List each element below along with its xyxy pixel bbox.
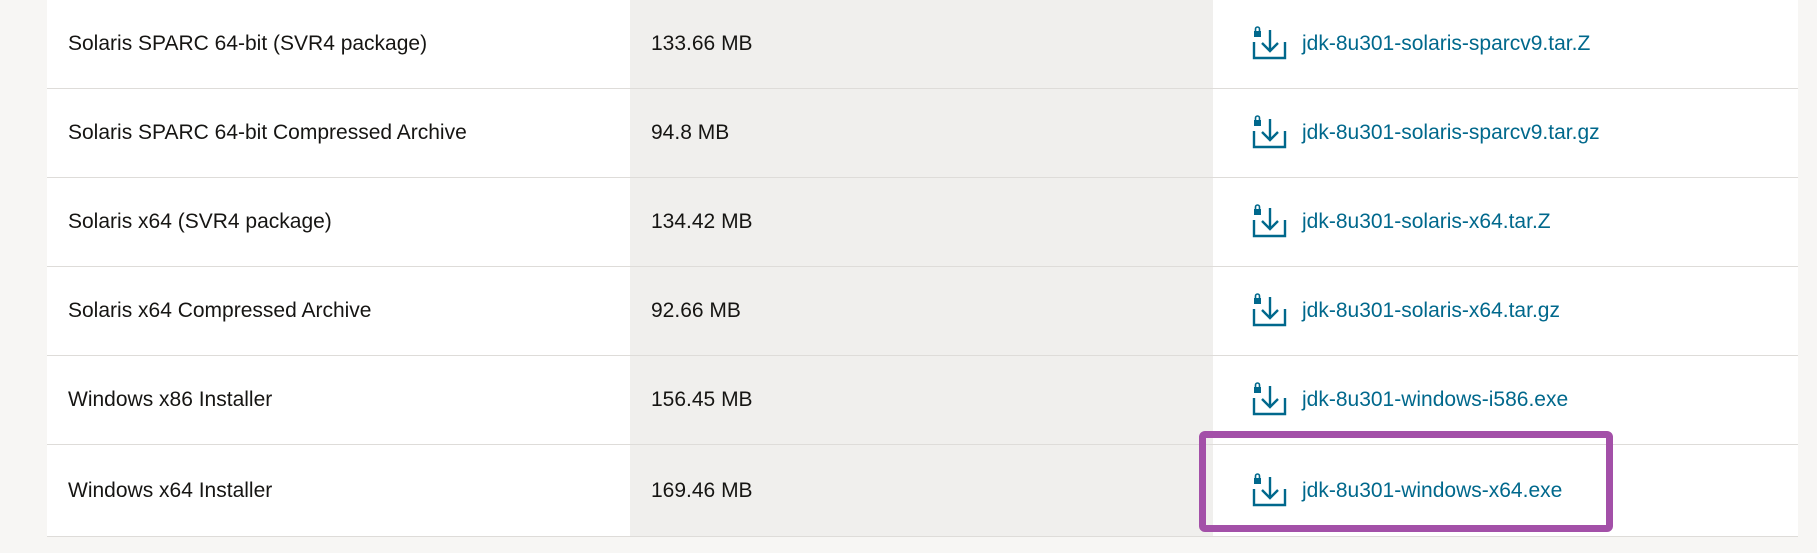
table-row: Solaris x64 (SVR4 package) 134.42 MB jdk… (47, 178, 1798, 267)
download-file-name: jdk-8u301-solaris-x64.tar.Z (1302, 210, 1551, 233)
table-row: Solaris x64 Compressed Archive 92.66 MB … (47, 267, 1798, 356)
download-file-name: jdk-8u301-windows-i586.exe (1302, 388, 1569, 411)
product-cell: Solaris x64 Compressed Archive (47, 267, 630, 355)
download-file-name: jdk-8u301-windows-x64.exe (1302, 478, 1563, 502)
download-file-name: jdk-8u301-solaris-sparcv9.tar.Z (1302, 32, 1591, 55)
download-file-name: jdk-8u301-solaris-x64.tar.gz (1302, 299, 1560, 322)
download-link[interactable]: jdk-8u301-solaris-x64.tar.Z (1252, 204, 1551, 240)
download-cell: jdk-8u301-windows-x64.exe (1213, 445, 1798, 536)
download-lock-icon (1252, 293, 1287, 327)
table-row: Solaris SPARC 64-bit Compressed Archive … (47, 89, 1798, 178)
table-row: Windows x64 Installer 169.46 MB jdk-8u30… (47, 445, 1798, 537)
download-cell: jdk-8u301-windows-i586.exe (1213, 356, 1798, 444)
download-file-name: jdk-8u301-solaris-sparcv9.tar.gz (1302, 121, 1600, 144)
file-size-cell: 134.42 MB (630, 178, 1213, 266)
download-lock-icon (1252, 382, 1287, 416)
download-lock-icon (1252, 472, 1287, 506)
download-lock-icon (1252, 204, 1287, 238)
download-link[interactable]: jdk-8u301-solaris-sparcv9.tar.Z (1252, 26, 1590, 62)
file-size-cell: 94.8 MB (630, 89, 1213, 177)
download-cell: jdk-8u301-solaris-sparcv9.tar.Z (1213, 0, 1798, 88)
product-cell: Solaris x64 (SVR4 package) (47, 178, 630, 266)
product-cell: Solaris SPARC 64-bit (SVR4 package) (47, 0, 630, 88)
product-cell: Windows x64 Installer (47, 445, 630, 536)
download-link[interactable]: jdk-8u301-solaris-x64.tar.gz (1252, 293, 1560, 329)
download-lock-icon (1252, 26, 1287, 60)
download-link[interactable]: jdk-8u301-windows-x64.exe (1252, 472, 1563, 509)
table-row: Windows x86 Installer 156.45 MB jdk-8u30… (47, 356, 1798, 445)
file-size-cell: 133.66 MB (630, 0, 1213, 88)
download-link[interactable]: jdk-8u301-solaris-sparcv9.tar.gz (1252, 115, 1600, 151)
product-cell: Windows x86 Installer (47, 356, 630, 444)
download-cell: jdk-8u301-solaris-x64.tar.Z (1213, 178, 1798, 266)
table-row: Solaris SPARC 64-bit (SVR4 package) 133.… (47, 0, 1798, 89)
file-size-cell: 169.46 MB (630, 445, 1213, 536)
product-cell: Solaris SPARC 64-bit Compressed Archive (47, 89, 630, 177)
file-size-cell: 92.66 MB (630, 267, 1213, 355)
download-link[interactable]: jdk-8u301-windows-i586.exe (1252, 382, 1568, 418)
file-size-cell: 156.45 MB (630, 356, 1213, 444)
download-lock-icon (1252, 115, 1287, 149)
download-cell: jdk-8u301-solaris-x64.tar.gz (1213, 267, 1798, 355)
download-cell: jdk-8u301-solaris-sparcv9.tar.gz (1213, 89, 1798, 177)
downloads-table: Solaris SPARC 64-bit (SVR4 package) 133.… (47, 0, 1798, 537)
